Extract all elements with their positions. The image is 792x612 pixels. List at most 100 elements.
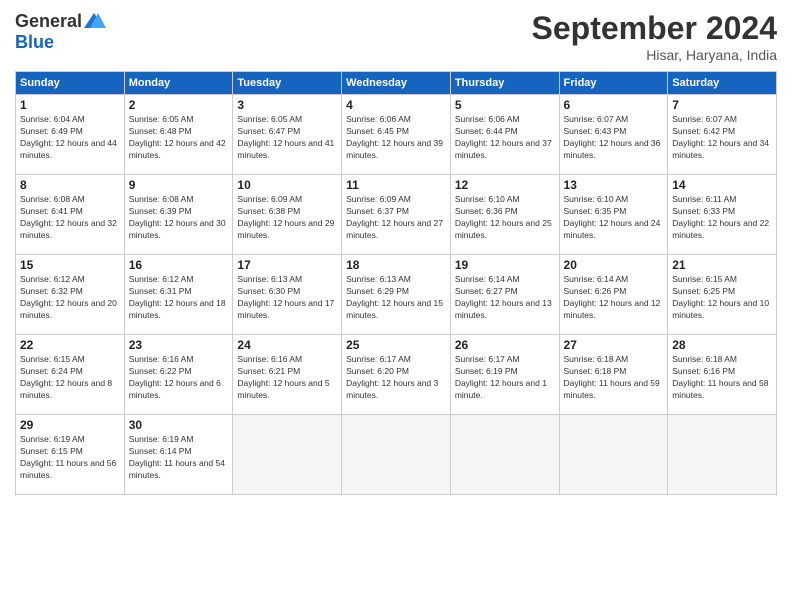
header-sunday: Sunday <box>16 72 125 95</box>
location: Hisar, Haryana, India <box>532 47 777 63</box>
day-info: Sunrise: 6:14 AM Sunset: 6:26 PM Dayligh… <box>564 274 664 322</box>
logo: General Blue <box>15 10 106 53</box>
day-number: 17 <box>237 258 337 272</box>
day-cell-9: 9 Sunrise: 6:08 AM Sunset: 6:39 PM Dayli… <box>124 175 233 255</box>
calendar-table: Sunday Monday Tuesday Wednesday Thursday… <box>15 71 777 495</box>
day-number: 11 <box>346 178 446 192</box>
day-cell-4: 4 Sunrise: 6:06 AM Sunset: 6:45 PM Dayli… <box>342 95 451 175</box>
day-number: 24 <box>237 338 337 352</box>
day-number: 19 <box>455 258 555 272</box>
title-section: September 2024 Hisar, Haryana, India <box>532 10 777 63</box>
day-info: Sunrise: 6:14 AM Sunset: 6:27 PM Dayligh… <box>455 274 555 322</box>
day-info: Sunrise: 6:10 AM Sunset: 6:36 PM Dayligh… <box>455 194 555 242</box>
day-info: Sunrise: 6:04 AM Sunset: 6:49 PM Dayligh… <box>20 114 120 162</box>
day-number: 15 <box>20 258 120 272</box>
day-cell-27: 27 Sunrise: 6:18 AM Sunset: 6:18 PM Dayl… <box>559 335 668 415</box>
day-info: Sunrise: 6:12 AM Sunset: 6:31 PM Dayligh… <box>129 274 229 322</box>
calendar-row-1: 1 Sunrise: 6:04 AM Sunset: 6:49 PM Dayli… <box>16 95 777 175</box>
day-info: Sunrise: 6:12 AM Sunset: 6:32 PM Dayligh… <box>20 274 120 322</box>
day-cell-16: 16 Sunrise: 6:12 AM Sunset: 6:31 PM Dayl… <box>124 255 233 335</box>
day-number: 20 <box>564 258 664 272</box>
day-info: Sunrise: 6:06 AM Sunset: 6:45 PM Dayligh… <box>346 114 446 162</box>
calendar-row-4: 22 Sunrise: 6:15 AM Sunset: 6:24 PM Dayl… <box>16 335 777 415</box>
day-cell-23: 23 Sunrise: 6:16 AM Sunset: 6:22 PM Dayl… <box>124 335 233 415</box>
day-info: Sunrise: 6:19 AM Sunset: 6:15 PM Dayligh… <box>20 434 120 482</box>
day-number: 21 <box>672 258 772 272</box>
logo-general-text: General <box>15 11 82 32</box>
day-number: 1 <box>20 98 120 112</box>
day-info: Sunrise: 6:08 AM Sunset: 6:41 PM Dayligh… <box>20 194 120 242</box>
day-number: 29 <box>20 418 120 432</box>
day-cell-20: 20 Sunrise: 6:14 AM Sunset: 6:26 PM Dayl… <box>559 255 668 335</box>
day-cell-24: 24 Sunrise: 6:16 AM Sunset: 6:21 PM Dayl… <box>233 335 342 415</box>
day-number: 26 <box>455 338 555 352</box>
day-cell-8: 8 Sunrise: 6:08 AM Sunset: 6:41 PM Dayli… <box>16 175 125 255</box>
day-cell-6: 6 Sunrise: 6:07 AM Sunset: 6:43 PM Dayli… <box>559 95 668 175</box>
day-info: Sunrise: 6:15 AM Sunset: 6:25 PM Dayligh… <box>672 274 772 322</box>
logo-icon <box>84 10 106 32</box>
day-info: Sunrise: 6:08 AM Sunset: 6:39 PM Dayligh… <box>129 194 229 242</box>
day-info: Sunrise: 6:09 AM Sunset: 6:37 PM Dayligh… <box>346 194 446 242</box>
day-info: Sunrise: 6:07 AM Sunset: 6:42 PM Dayligh… <box>672 114 772 162</box>
day-info: Sunrise: 6:11 AM Sunset: 6:33 PM Dayligh… <box>672 194 772 242</box>
day-cell-29: 29 Sunrise: 6:19 AM Sunset: 6:15 PM Dayl… <box>16 415 125 495</box>
day-info: Sunrise: 6:15 AM Sunset: 6:24 PM Dayligh… <box>20 354 120 402</box>
day-info: Sunrise: 6:05 AM Sunset: 6:47 PM Dayligh… <box>237 114 337 162</box>
day-cell-10: 10 Sunrise: 6:09 AM Sunset: 6:38 PM Dayl… <box>233 175 342 255</box>
day-info: Sunrise: 6:19 AM Sunset: 6:14 PM Dayligh… <box>129 434 229 482</box>
day-number: 27 <box>564 338 664 352</box>
day-number: 8 <box>20 178 120 192</box>
day-info: Sunrise: 6:13 AM Sunset: 6:30 PM Dayligh… <box>237 274 337 322</box>
day-info: Sunrise: 6:18 AM Sunset: 6:16 PM Dayligh… <box>672 354 772 402</box>
header-tuesday: Tuesday <box>233 72 342 95</box>
header-wednesday: Wednesday <box>342 72 451 95</box>
day-info: Sunrise: 6:13 AM Sunset: 6:29 PM Dayligh… <box>346 274 446 322</box>
calendar-header-row: Sunday Monday Tuesday Wednesday Thursday… <box>16 72 777 95</box>
day-cell-15: 15 Sunrise: 6:12 AM Sunset: 6:32 PM Dayl… <box>16 255 125 335</box>
day-info: Sunrise: 6:06 AM Sunset: 6:44 PM Dayligh… <box>455 114 555 162</box>
day-cell-7: 7 Sunrise: 6:07 AM Sunset: 6:42 PM Dayli… <box>668 95 777 175</box>
day-info: Sunrise: 6:17 AM Sunset: 6:19 PM Dayligh… <box>455 354 555 402</box>
empty-cell <box>450 415 559 495</box>
day-info: Sunrise: 6:16 AM Sunset: 6:22 PM Dayligh… <box>129 354 229 402</box>
month-title: September 2024 <box>532 10 777 47</box>
day-cell-17: 17 Sunrise: 6:13 AM Sunset: 6:30 PM Dayl… <box>233 255 342 335</box>
day-info: Sunrise: 6:05 AM Sunset: 6:48 PM Dayligh… <box>129 114 229 162</box>
day-number: 12 <box>455 178 555 192</box>
day-number: 6 <box>564 98 664 112</box>
calendar-page: General Blue September 2024 Hisar, Harya… <box>0 0 792 612</box>
day-number: 14 <box>672 178 772 192</box>
day-number: 4 <box>346 98 446 112</box>
calendar-row-2: 8 Sunrise: 6:08 AM Sunset: 6:41 PM Dayli… <box>16 175 777 255</box>
day-cell-2: 2 Sunrise: 6:05 AM Sunset: 6:48 PM Dayli… <box>124 95 233 175</box>
day-number: 7 <box>672 98 772 112</box>
empty-cell <box>342 415 451 495</box>
day-cell-11: 11 Sunrise: 6:09 AM Sunset: 6:37 PM Dayl… <box>342 175 451 255</box>
day-number: 10 <box>237 178 337 192</box>
header-friday: Friday <box>559 72 668 95</box>
header-thursday: Thursday <box>450 72 559 95</box>
day-number: 3 <box>237 98 337 112</box>
day-cell-1: 1 Sunrise: 6:04 AM Sunset: 6:49 PM Dayli… <box>16 95 125 175</box>
day-info: Sunrise: 6:10 AM Sunset: 6:35 PM Dayligh… <box>564 194 664 242</box>
day-number: 13 <box>564 178 664 192</box>
day-number: 30 <box>129 418 229 432</box>
day-info: Sunrise: 6:16 AM Sunset: 6:21 PM Dayligh… <box>237 354 337 402</box>
day-cell-3: 3 Sunrise: 6:05 AM Sunset: 6:47 PM Dayli… <box>233 95 342 175</box>
day-cell-12: 12 Sunrise: 6:10 AM Sunset: 6:36 PM Dayl… <box>450 175 559 255</box>
logo-blue-text: Blue <box>15 32 54 53</box>
header-monday: Monday <box>124 72 233 95</box>
day-number: 23 <box>129 338 229 352</box>
empty-cell <box>559 415 668 495</box>
day-info: Sunrise: 6:07 AM Sunset: 6:43 PM Dayligh… <box>564 114 664 162</box>
day-number: 16 <box>129 258 229 272</box>
empty-cell <box>233 415 342 495</box>
calendar-row-3: 15 Sunrise: 6:12 AM Sunset: 6:32 PM Dayl… <box>16 255 777 335</box>
header: General Blue September 2024 Hisar, Harya… <box>15 10 777 63</box>
day-cell-30: 30 Sunrise: 6:19 AM Sunset: 6:14 PM Dayl… <box>124 415 233 495</box>
calendar-row-5: 29 Sunrise: 6:19 AM Sunset: 6:15 PM Dayl… <box>16 415 777 495</box>
day-number: 5 <box>455 98 555 112</box>
header-saturday: Saturday <box>668 72 777 95</box>
day-cell-18: 18 Sunrise: 6:13 AM Sunset: 6:29 PM Dayl… <box>342 255 451 335</box>
day-number: 28 <box>672 338 772 352</box>
